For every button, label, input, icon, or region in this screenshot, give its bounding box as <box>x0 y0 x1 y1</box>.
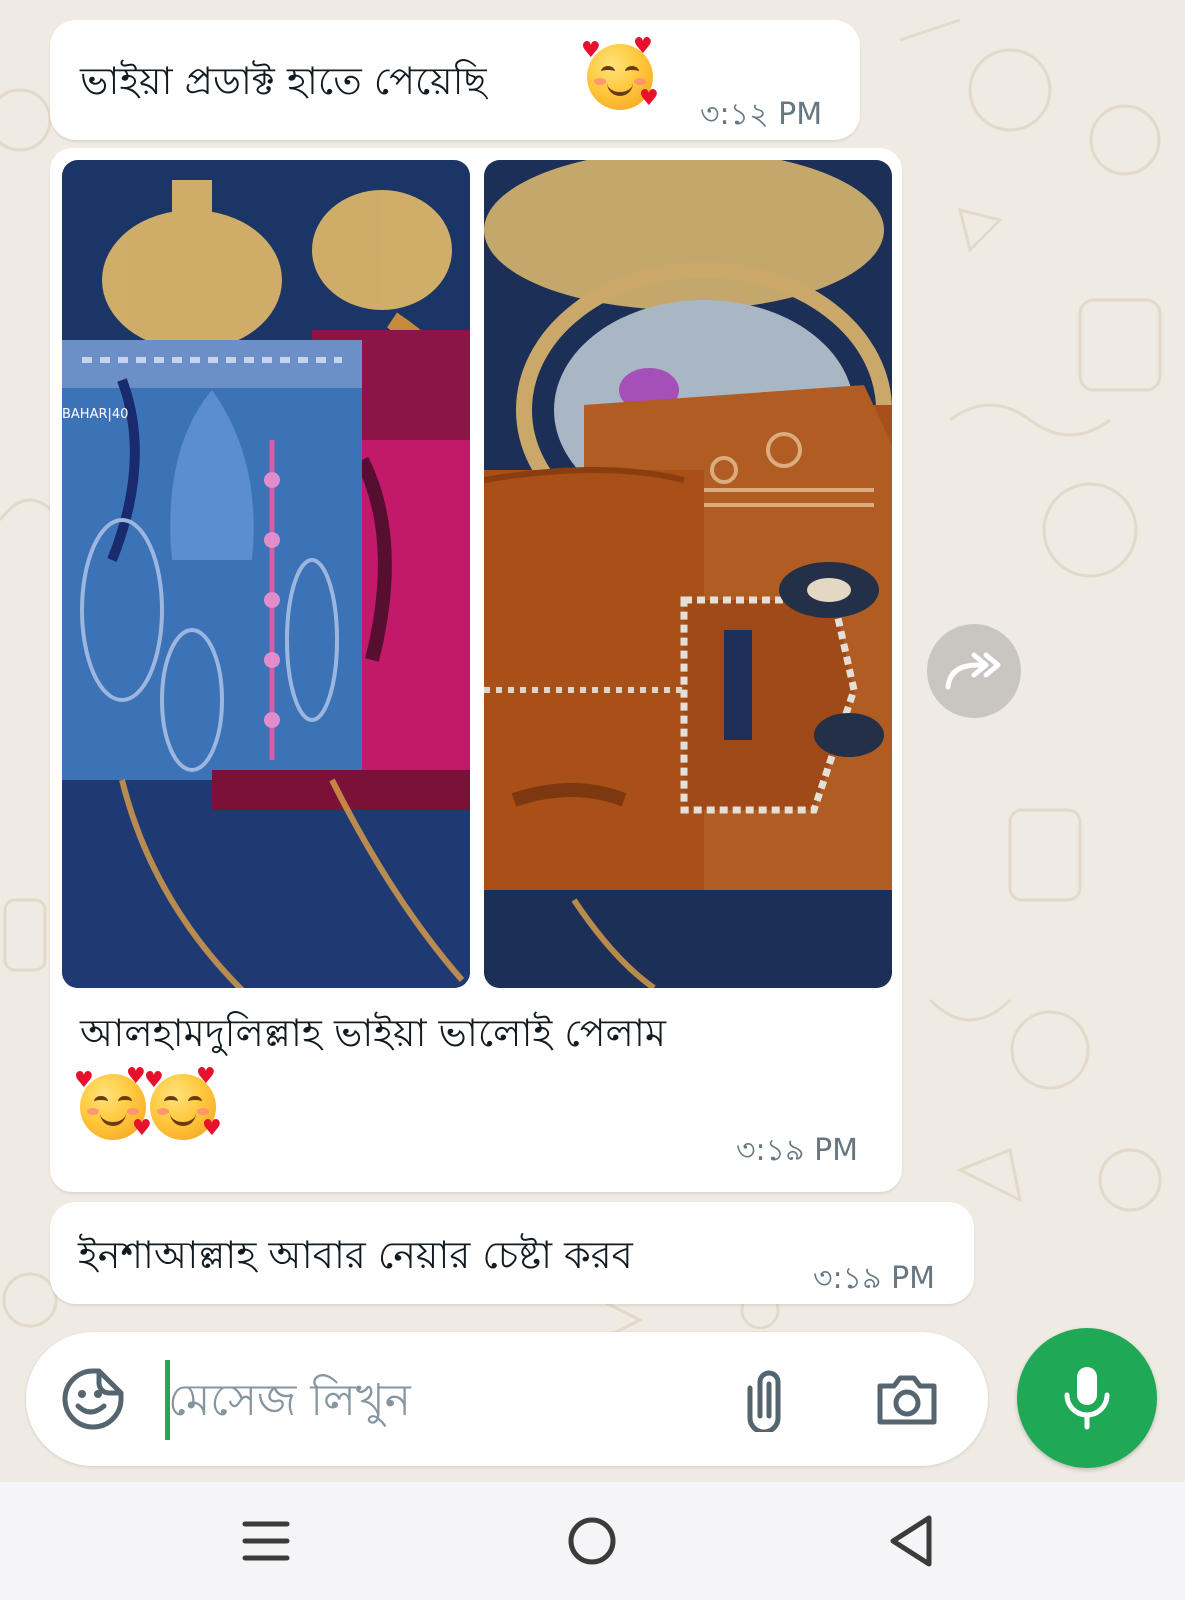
home-button[interactable] <box>552 1504 632 1578</box>
forward-icon <box>945 652 1001 690</box>
system-navigation-bar <box>0 1482 1185 1600</box>
smiling-face-with-hearts-icon: ♥ ♥ ♥ <box>581 34 659 111</box>
message-composer <box>26 1332 988 1466</box>
voice-record-button[interactable] <box>1017 1328 1157 1468</box>
camera-button[interactable] <box>874 1366 940 1432</box>
message-bubble-1[interactable]: ভাইয়া প্রডাক্ট হাতে পেয়েছি ♥ ♥ ♥ ৩:১২ … <box>50 20 860 140</box>
message-bubble-3[interactable]: ইনশাআল্লাহ আবার নেয়ার চেষ্টা করব ৩:১৯ P… <box>50 1202 974 1304</box>
svg-text:BAHAR|40: BAHAR|40 <box>62 407 128 422</box>
menu-icon <box>242 1521 290 1561</box>
message-time-1: ৩:১২ PM <box>700 97 823 132</box>
recents-button[interactable] <box>226 1504 306 1578</box>
home-icon <box>568 1517 616 1565</box>
sticker-icon <box>62 1368 124 1430</box>
blue-and-magenta-dress-image: BAHAR|40 <box>62 160 470 988</box>
smiling-face-with-hearts-icon: ♥ ♥ ♥ <box>74 1064 152 1141</box>
forward-button[interactable] <box>927 624 1021 718</box>
attach-button[interactable] <box>736 1366 802 1435</box>
rust-orange-dress-image <box>484 160 892 988</box>
message-text-3: ইনশাআল্লাহ আবার নেয়ার চেষ্টা করব <box>78 1233 633 1277</box>
photo-2[interactable] <box>484 160 892 988</box>
sticker-button[interactable] <box>60 1366 126 1432</box>
photo-1[interactable]: BAHAR|40 <box>62 160 470 988</box>
camera-icon <box>877 1375 937 1425</box>
back-button[interactable] <box>872 1504 952 1578</box>
message-input[interactable] <box>166 1362 730 1438</box>
message-bubble-2[interactable]: BAHAR|40 আলহামদুলিল্লাহ ভাইয়া ভালোই পেল… <box>50 148 902 1192</box>
message-caption-2: আলহামদুলিল্লাহ ভাইয়া ভালোই পেলাম <box>80 1011 666 1055</box>
smiling-face-with-hearts-icon: ♥ ♥ ♥ <box>144 1064 222 1141</box>
back-icon <box>890 1515 932 1567</box>
message-time-3: ৩:১৯ PM <box>813 1261 936 1296</box>
microphone-icon <box>1064 1367 1110 1430</box>
message-time-2: ৩:১৯ PM <box>736 1133 859 1168</box>
paperclip-icon <box>747 1370 781 1435</box>
message-text-1: ভাইয়া প্রডাক্ট হাতে পেয়েছি <box>80 59 487 103</box>
